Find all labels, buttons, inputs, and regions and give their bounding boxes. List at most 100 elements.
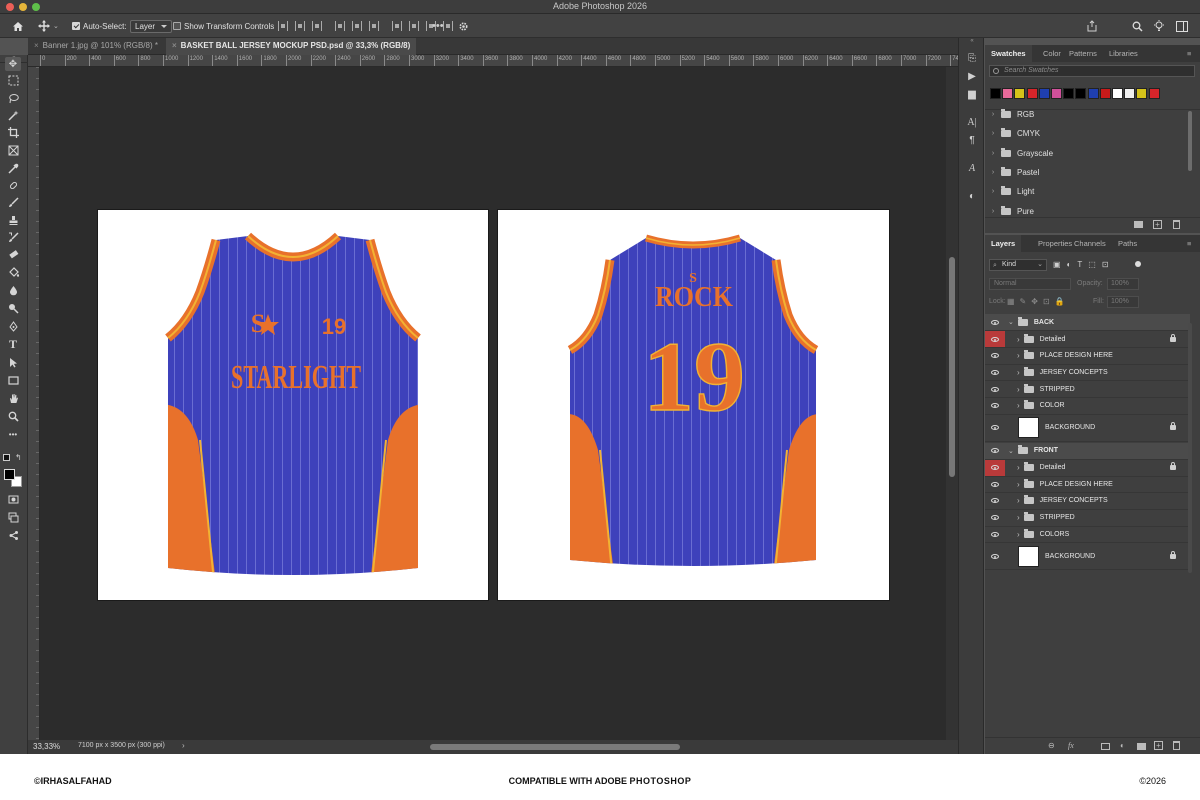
zoom-level[interactable]: 33,33% <box>33 742 60 751</box>
lightbulb-icon[interactable] <box>1153 14 1165 38</box>
color-swatch[interactable] <box>1075 88 1087 99</box>
chevron-right-icon[interactable]: › <box>1017 335 1020 344</box>
screen-mode-icon[interactable] <box>5 510 21 524</box>
swap-colors-icon[interactable]: ↰ <box>15 453 22 462</box>
lock-options-icons[interactable]: ▦✎✥⊡🔒 <box>1007 297 1070 306</box>
artboard-front[interactable]: S 19 STARLIGHT <box>97 209 489 601</box>
chevron-right-icon[interactable]: › <box>985 150 1001 157</box>
align-center-icon[interactable] <box>295 21 305 31</box>
color-swatch[interactable] <box>1063 88 1075 99</box>
more-options-icon[interactable]: ••• <box>432 14 444 38</box>
visibility-toggle[interactable] <box>985 348 1005 364</box>
home-icon[interactable] <box>12 14 24 38</box>
swatches-scrollbar[interactable] <box>1188 111 1192 171</box>
layer-row[interactable]: › STRIPPED <box>985 381 1190 399</box>
align-top-icon[interactable] <box>335 21 345 31</box>
artboard-back[interactable]: S ROCK 19 <box>497 209 890 601</box>
color-swatch[interactable] <box>1051 88 1062 99</box>
scroll-thumb[interactable] <box>949 257 955 477</box>
chevron-right-icon[interactable]: › <box>985 169 1001 176</box>
marquee-tool-icon[interactable] <box>5 73 21 87</box>
visibility-toggle[interactable] <box>985 459 1005 476</box>
magic-wand-icon[interactable] <box>5 108 21 122</box>
blend-mode-dropdown[interactable]: Normal <box>989 278 1071 290</box>
chevron-right-icon[interactable]: › <box>985 130 1001 137</box>
chevron-right-icon[interactable]: › <box>985 111 1001 118</box>
layer-row[interactable]: › STRIPPED <box>985 510 1190 527</box>
layer-row-background[interactable]: BACKGROUND <box>985 543 1190 570</box>
chevron-right-icon[interactable]: › <box>1017 463 1020 472</box>
stamp-tool-icon[interactable] <box>5 213 21 227</box>
share-image-icon[interactable] <box>5 528 21 542</box>
distribute-icon[interactable] <box>392 21 402 31</box>
paint-bucket-icon[interactable] <box>5 265 21 279</box>
tab-channels[interactable]: Channels <box>1068 235 1112 252</box>
filter-toggle-icon[interactable] <box>1135 261 1141 267</box>
swatch-folder-cmyk[interactable]: › CMYK <box>985 124 1190 143</box>
swatch-folder-pastel[interactable]: › Pastel <box>985 163 1190 182</box>
gear-icon[interactable] <box>458 14 469 38</box>
layer-style-icon[interactable]: fx <box>1068 741 1074 750</box>
layer-row-background[interactable]: BACKGROUND <box>985 415 1190 442</box>
layer-row[interactable]: › Detailed <box>985 459 1190 477</box>
blur-tool-icon[interactable] <box>5 283 21 297</box>
visibility-toggle[interactable] <box>985 510 1005 526</box>
new-group-icon[interactable] <box>1137 743 1146 750</box>
move-tool-icon[interactable]: ✥ <box>5 57 21 71</box>
search-icon[interactable] <box>1132 14 1143 38</box>
tab-patterns[interactable]: Patterns <box>1063 45 1103 62</box>
color-swatch[interactable] <box>1014 88 1026 99</box>
color-swatch[interactable] <box>1136 88 1148 99</box>
layer-group-back[interactable]: ⌄ BACK <box>985 314 1190 331</box>
chevron-right-icon[interactable]: › <box>182 741 185 750</box>
color-swatch[interactable] <box>1087 88 1099 99</box>
chevron-right-icon[interactable]: › <box>1017 401 1020 410</box>
close-tab-icon[interactable]: × <box>172 41 177 50</box>
tab-libraries[interactable]: Libraries <box>1103 45 1144 62</box>
chevron-right-icon[interactable]: › <box>1017 480 1020 489</box>
color-swatch[interactable] <box>1148 88 1160 99</box>
chevron-right-icon[interactable]: › <box>1017 385 1020 394</box>
visibility-toggle[interactable] <box>985 314 1005 330</box>
chevron-right-icon[interactable]: › <box>1017 496 1020 505</box>
swatch-folder-grayscale[interactable]: › Grayscale <box>985 144 1190 163</box>
edit-toolbar-icon[interactable]: ••• <box>5 427 21 441</box>
history-brush-icon[interactable] <box>5 230 21 244</box>
document-canvas[interactable]: S 19 STARLIGHT S ROCK 19 <box>40 67 946 740</box>
new-swatch-icon[interactable]: + <box>1153 220 1162 229</box>
align-bottom-icon[interactable] <box>369 21 379 31</box>
layer-filter-icons[interactable]: ▣◐T⬚⊡ <box>1053 260 1115 269</box>
fill-input[interactable]: 100% <box>1107 296 1139 308</box>
workspace-icon[interactable] <box>1176 14 1188 38</box>
visibility-toggle[interactable] <box>985 526 1005 542</box>
share-icon[interactable] <box>1086 14 1098 38</box>
character-icon[interactable]: A| <box>965 116 979 130</box>
color-swatch[interactable] <box>1038 88 1050 99</box>
lasso-tool-icon[interactable] <box>5 91 21 105</box>
eyedropper-icon[interactable] <box>5 161 21 175</box>
tab-paths[interactable]: Paths <box>1112 235 1143 252</box>
adjustments-icon[interactable]: ◐ <box>965 190 979 204</box>
actions-icon[interactable]: ▶ <box>965 70 979 84</box>
search-swatches-input[interactable]: Search Swatches <box>989 65 1195 77</box>
align-right-icon[interactable] <box>312 21 322 31</box>
visibility-toggle[interactable] <box>985 381 1005 397</box>
visibility-toggle[interactable] <box>985 543 1005 569</box>
chevron-right-icon[interactable]: › <box>1017 530 1020 539</box>
chevron-down-icon[interactable]: ⌄ <box>1008 447 1014 455</box>
add-mask-icon[interactable] <box>1101 743 1110 750</box>
link-layers-icon[interactable]: ⊖ <box>1048 741 1055 750</box>
layers-scrollbar[interactable] <box>1188 323 1192 573</box>
trash-icon[interactable] <box>1173 220 1180 229</box>
panel-menu-icon[interactable]: ≡ <box>1181 45 1197 62</box>
adjustment-layer-icon[interactable]: ◐ <box>1120 741 1125 750</box>
auto-select-checkbox[interactable]: Auto-Select: <box>72 14 127 38</box>
quick-mask-icon[interactable] <box>5 492 21 506</box>
opacity-input[interactable]: 100% <box>1107 278 1139 290</box>
chevron-right-icon[interactable]: › <box>985 188 1001 195</box>
distribute-vertical-icon[interactable] <box>409 21 419 31</box>
document-info[interactable]: 7100 px x 3500 px (300 ppi) <box>78 742 165 749</box>
visibility-toggle[interactable] <box>985 493 1005 509</box>
default-colors-icon[interactable] <box>3 454 10 461</box>
healing-brush-icon[interactable] <box>5 178 21 192</box>
